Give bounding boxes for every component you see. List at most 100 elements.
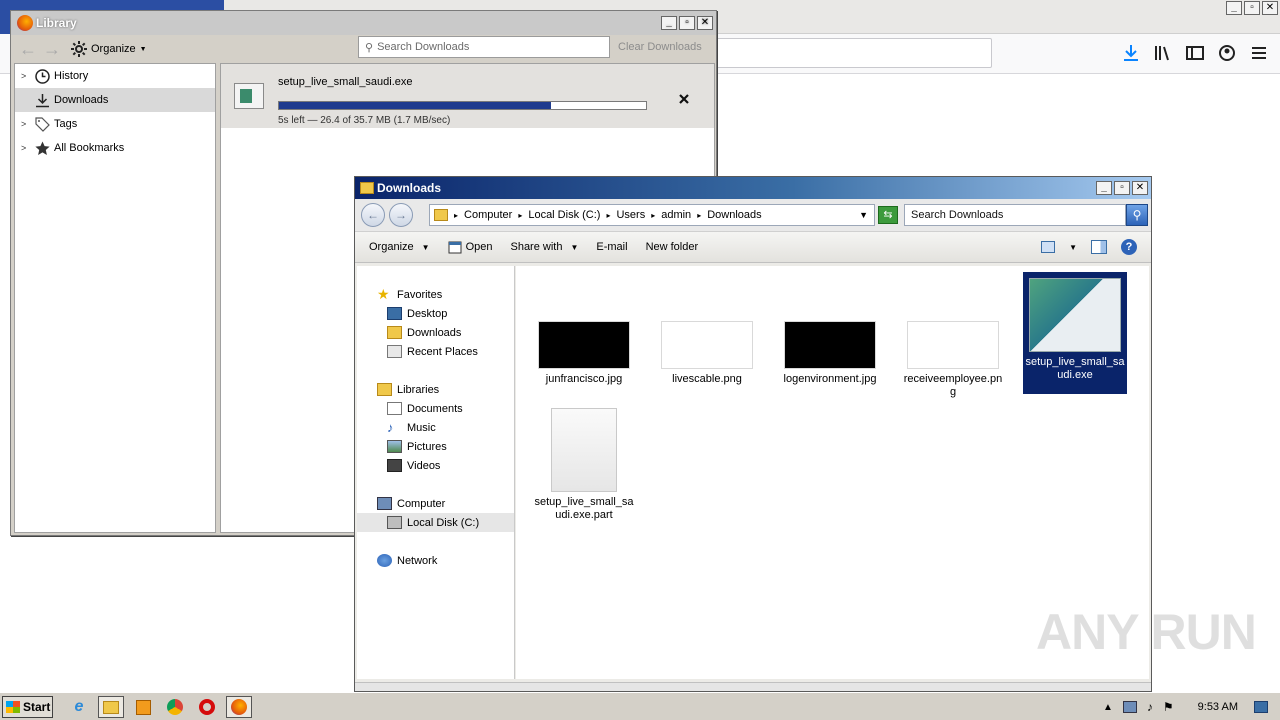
chevron-right-icon[interactable]: > bbox=[21, 119, 31, 129]
explorer-search-input[interactable]: Search Downloads bbox=[904, 204, 1126, 226]
explorer-address-row: ← → ▸ Computer ▸ Local Disk (C:) ▸ Users ▸ … bbox=[355, 199, 1151, 231]
back-button[interactable]: ← bbox=[361, 203, 385, 227]
organize-button[interactable]: Organize ▼ bbox=[369, 241, 430, 253]
taskbar-explorer[interactable] bbox=[98, 696, 124, 718]
chevron-down-icon: ▼ bbox=[139, 45, 147, 53]
new-folder-button[interactable]: New folder bbox=[646, 241, 699, 253]
cancel-download-button[interactable] bbox=[679, 91, 689, 109]
tree-item-all-bookmarks[interactable]: > All Bookmarks bbox=[15, 136, 215, 160]
start-button[interactable]: Start bbox=[2, 696, 53, 718]
pictures-icon bbox=[387, 440, 402, 453]
file-item[interactable]: livescable.png bbox=[655, 321, 759, 386]
address-bar[interactable]: ▸ Computer ▸ Local Disk (C:) ▸ Users ▸ admi… bbox=[429, 204, 875, 226]
nav-label: Computer bbox=[397, 497, 446, 510]
download-item[interactable]: setup_live_small_saudi.exe 5s left — 26.… bbox=[221, 64, 714, 128]
view-options-icon[interactable] bbox=[1041, 241, 1056, 253]
breadcrumb-admin[interactable]: admin ▸ bbox=[661, 209, 701, 221]
firefox-close-button[interactable]: ✕ bbox=[1262, 1, 1278, 15]
organize-label: Organize bbox=[369, 241, 414, 253]
chevron-right-icon[interactable]: > bbox=[21, 71, 31, 81]
library-search-input[interactable]: ⚲ Search Downloads bbox=[358, 36, 610, 58]
menu-icon[interactable] bbox=[1248, 42, 1270, 64]
nav-recent-places[interactable]: Recent Places bbox=[357, 342, 514, 361]
breadcrumb-label: Users bbox=[616, 209, 646, 221]
nav-favorites[interactable]: ★ Favorites bbox=[357, 285, 514, 304]
tree-item-downloads[interactable]: Downloads bbox=[15, 88, 215, 112]
clock[interactable]: 9:53 AM bbox=[1198, 701, 1238, 713]
back-arrow-icon[interactable]: ← bbox=[19, 39, 43, 59]
chevron-down-icon[interactable]: ▼ bbox=[859, 210, 868, 220]
chevron-down-icon[interactable]: ▼ bbox=[1069, 243, 1077, 252]
preview-pane-icon[interactable] bbox=[1091, 240, 1107, 254]
flag-icon[interactable]: ⚑ bbox=[1163, 700, 1174, 714]
email-button[interactable]: E-mail bbox=[596, 241, 627, 253]
chevron-right-icon[interactable]: > bbox=[21, 143, 31, 153]
email-label: E-mail bbox=[596, 241, 628, 253]
nav-desktop[interactable]: Desktop bbox=[357, 304, 514, 323]
sidebar-icon[interactable] bbox=[1184, 42, 1206, 64]
explorer-close-button[interactable]: ✕ bbox=[1132, 181, 1148, 195]
library-nav-arrows: ←→ bbox=[19, 39, 67, 60]
nav-label: Pictures bbox=[407, 440, 447, 453]
gear-icon bbox=[71, 41, 87, 57]
nav-computer[interactable]: Computer bbox=[357, 494, 514, 513]
show-desktop-button[interactable] bbox=[1254, 701, 1268, 713]
library-organize-button[interactable]: Organize ▼ bbox=[71, 41, 147, 57]
chevron-right-icon: ▸ bbox=[606, 210, 611, 220]
library-titlebar: Library _ ▫ ✕ bbox=[11, 11, 716, 35]
explorer-search-button[interactable]: ⚲ bbox=[1126, 204, 1148, 226]
library-minimize-button[interactable]: _ bbox=[661, 16, 677, 30]
tree-item-tags[interactable]: > Tags bbox=[15, 112, 215, 136]
chevron-up-icon[interactable]: ▲ bbox=[1103, 702, 1113, 713]
firefox-icon bbox=[231, 699, 247, 715]
breadcrumb-users[interactable]: Users ▸ bbox=[616, 209, 655, 221]
taskbar-firefox[interactable] bbox=[226, 696, 252, 718]
share-with-button[interactable]: Share with ▼ bbox=[510, 241, 578, 253]
explorer-minimize-button[interactable]: _ bbox=[1096, 181, 1112, 195]
nav-videos[interactable]: Videos bbox=[357, 456, 514, 475]
url-bar[interactable] bbox=[712, 38, 992, 68]
nav-local-disk[interactable]: Local Disk (C:) bbox=[357, 513, 514, 532]
taskbar-ie[interactable]: e bbox=[66, 696, 92, 718]
library-icon[interactable] bbox=[1152, 42, 1174, 64]
firefox-minimize-button[interactable]: _ bbox=[1226, 1, 1242, 15]
volume-icon[interactable]: ♪ bbox=[1147, 700, 1153, 714]
network-tray-icon[interactable] bbox=[1122, 701, 1137, 713]
help-icon[interactable]: ? bbox=[1121, 239, 1137, 255]
forward-arrow-icon[interactable]: → bbox=[43, 39, 67, 59]
breadcrumb-computer[interactable]: Computer ▸ bbox=[464, 209, 522, 221]
open-button[interactable]: Open bbox=[448, 241, 492, 254]
file-name: logenvironment.jpg bbox=[783, 373, 877, 385]
breadcrumb-downloads[interactable]: Downloads bbox=[707, 209, 761, 221]
nav-libraries[interactable]: Libraries bbox=[357, 380, 514, 399]
file-item-selected[interactable]: setup_live_small_saudi.exe bbox=[1023, 272, 1127, 394]
taskbar-opera[interactable] bbox=[194, 696, 220, 718]
forward-button[interactable]: → bbox=[389, 203, 413, 227]
tree-item-history[interactable]: > History bbox=[15, 64, 215, 88]
breadcrumb-local-disk[interactable]: Local Disk (C:) ▸ bbox=[528, 209, 610, 221]
nav-network[interactable]: Network bbox=[357, 551, 514, 570]
nav-music[interactable]: ♪ Music bbox=[357, 418, 514, 437]
nav-label: Local Disk (C:) bbox=[407, 516, 480, 529]
library-maximize-button[interactable]: ▫ bbox=[679, 16, 695, 30]
file-item[interactable]: logenvironment.jpg bbox=[778, 321, 882, 386]
nav-pictures[interactable]: Pictures bbox=[357, 437, 514, 456]
taskbar-media-player[interactable] bbox=[130, 696, 156, 718]
nav-downloads[interactable]: Downloads bbox=[357, 323, 514, 342]
clear-downloads-button[interactable]: Clear Downloads bbox=[618, 41, 702, 53]
nav-documents[interactable]: Documents bbox=[357, 399, 514, 418]
file-name: livescable.png bbox=[672, 373, 742, 385]
file-item[interactable]: receiveemployee.png bbox=[901, 321, 1005, 399]
library-search-placeholder: Search Downloads bbox=[377, 41, 470, 53]
library-close-button[interactable]: ✕ bbox=[697, 16, 713, 30]
file-item[interactable]: setup_live_small_saudi.exe.part bbox=[532, 408, 636, 522]
file-item[interactable]: junfrancisco.jpg bbox=[532, 321, 636, 386]
account-icon[interactable] bbox=[1216, 42, 1238, 64]
refresh-button[interactable]: ⇆ bbox=[878, 206, 898, 224]
image-thumbnail bbox=[907, 321, 999, 369]
explorer-maximize-button[interactable]: ▫ bbox=[1114, 181, 1130, 195]
downloads-arrow-icon[interactable] bbox=[1120, 42, 1142, 64]
explorer-window: Downloads _ ▫ ✕ ← → ▸ Computer ▸ Local Di… bbox=[354, 176, 1152, 692]
taskbar-chrome[interactable] bbox=[162, 696, 188, 718]
firefox-restore-button[interactable]: ▫ bbox=[1244, 1, 1260, 15]
